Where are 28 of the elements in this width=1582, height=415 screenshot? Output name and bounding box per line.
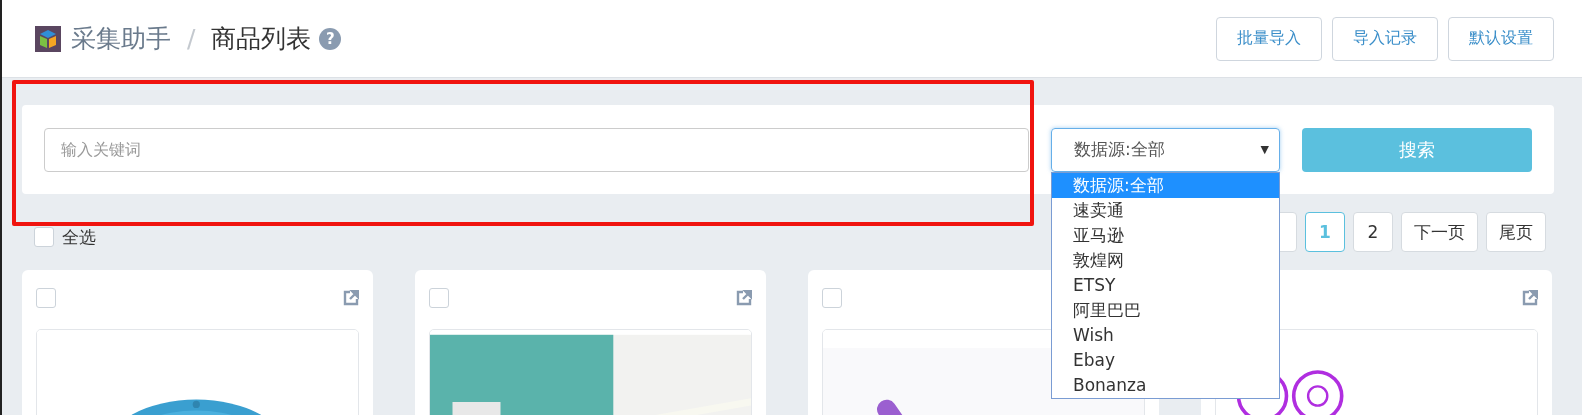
page-button[interactable]: 2 — [1353, 212, 1393, 252]
checkbox[interactable] — [822, 288, 842, 308]
breadcrumb-separator: / — [187, 24, 196, 53]
header-button[interactable]: 批量导入 — [1216, 16, 1322, 61]
select-all-label[interactable]: 全选 — [62, 225, 96, 249]
dropdown-option[interactable]: 亚马逊 — [1052, 222, 1279, 248]
external-link-icon[interactable] — [736, 290, 752, 306]
keyword-input[interactable]: 输入关键词 — [44, 127, 1029, 172]
app-name[interactable]: 采集助手 — [71, 22, 171, 55]
dropdown-option[interactable]: Bonanza — [1052, 372, 1279, 398]
header-button[interactable]: 默认设置 — [1448, 16, 1554, 61]
dropdown-option[interactable]: ETSY — [1052, 272, 1279, 298]
checkbox[interactable] — [34, 227, 54, 247]
dropdown-option[interactable]: Ebay — [1052, 347, 1279, 373]
dropdown-option[interactable]: 敦煌网 — [1052, 247, 1279, 273]
page-title: 商品列表 — [211, 23, 312, 55]
page-button[interactable]: 下一页 — [1401, 212, 1478, 252]
page-button[interactable]: 尾页 — [1486, 212, 1546, 252]
dropdown-option[interactable]: 阿里巴巴 — [1052, 297, 1279, 323]
external-link-icon[interactable] — [1522, 290, 1538, 306]
logo-icon — [35, 25, 61, 52]
source-select[interactable]: 数据源:全部 ▼ — [1051, 127, 1280, 172]
header-button[interactable]: 导入记录 — [1332, 16, 1438, 61]
dropdown-option[interactable]: 速卖通 — [1052, 197, 1279, 223]
external-link-icon[interactable] — [343, 290, 359, 306]
checkbox[interactable] — [36, 288, 56, 308]
checkbox[interactable] — [429, 288, 449, 308]
dropdown-option[interactable]: Wish — [1052, 322, 1279, 348]
